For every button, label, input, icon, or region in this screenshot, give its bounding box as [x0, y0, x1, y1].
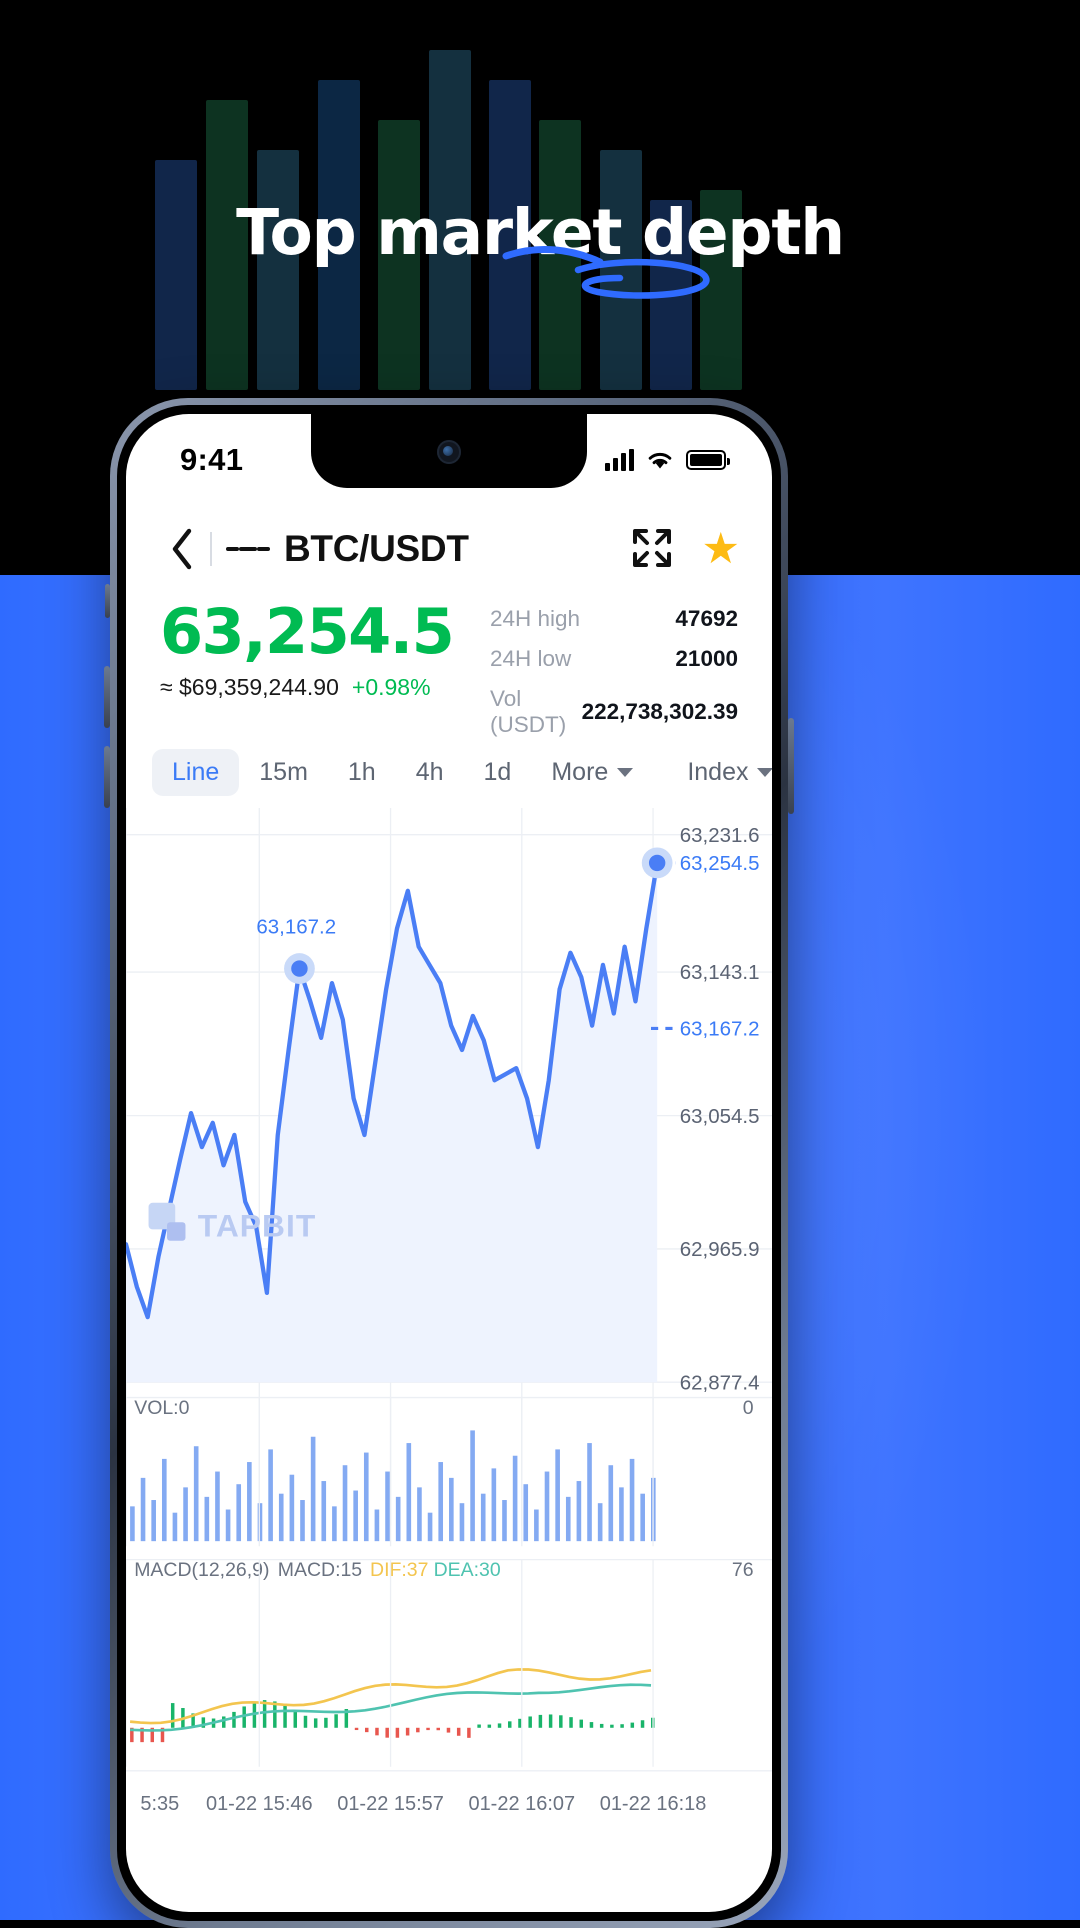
price-change-percent: +0.98% [351, 674, 431, 701]
chevron-left-icon [172, 528, 192, 570]
tab-4h[interactable]: 4h [396, 749, 464, 796]
fullscreen-button[interactable] [629, 525, 677, 573]
poster-stage: Top market depth 9:41 BTC/USDT ★ 63,254.… [0, 0, 1080, 1928]
phone-volume-up-button[interactable] [104, 666, 110, 728]
x-axis-tick: 01-22 16:18 [600, 1793, 707, 1815]
cellular-signal-icon [605, 449, 634, 471]
scribble-underline-icon [502, 245, 710, 299]
pair-title: BTC/USDT [284, 528, 469, 569]
phone-power-button[interactable] [788, 718, 794, 814]
chart-watermark: TAPBIT [198, 1208, 317, 1244]
chevron-down-icon [617, 767, 634, 777]
chart-point-callout: 63,167.2 [256, 916, 336, 939]
fullscreen-expand-icon [633, 529, 672, 567]
market-stats: 24H high 47692 24H low 21000 Vol (USDT) … [490, 600, 738, 752]
macd-value: MACD:15 [278, 1559, 363, 1581]
index-dropdown[interactable]: Index [667, 749, 772, 796]
macd-right-label: 76 [732, 1559, 754, 1581]
phone-notch [311, 414, 587, 488]
battery-icon [686, 450, 730, 470]
tab-line[interactable]: Line [152, 748, 240, 796]
volume-right-label: 0 [743, 1397, 754, 1419]
phone-volume-down-button[interactable] [104, 746, 110, 808]
stat-value: 47692 [675, 606, 738, 631]
hero-bar [257, 150, 299, 390]
x-axis-tick: 01-22 15:46 [206, 1793, 313, 1815]
stat-row: 24H high 47692 [490, 606, 738, 632]
stat-value: 21000 [675, 646, 738, 671]
macd-title: MACD(12,26,9) [134, 1559, 269, 1581]
price-block: 63,254.5 ≈ $69,359,244.90 +0.98% [160, 595, 490, 752]
price-chart[interactable]: 63,231.6 63,143.1 63,054.5 62,965.9 62,877.4… [126, 808, 772, 1864]
phone-bezel: 9:41 BTC/USDT ★ 63,254.5 ≈ $69,359,244.9… [117, 405, 781, 1921]
phone-mute-button[interactable] [105, 584, 110, 618]
stat-label: Vol (USDT) [490, 686, 567, 737]
y-axis-tick: 63,231.6 [680, 824, 760, 847]
nav-divider [210, 532, 212, 566]
status-time: 9:41 [180, 442, 244, 477]
axis-callout: 63,167.2 [680, 1018, 760, 1041]
volume-label: VOL:0 [134, 1397, 189, 1419]
market-list-button[interactable] [226, 527, 270, 571]
back-button[interactable] [160, 523, 204, 575]
tab-15m[interactable]: 15m [239, 749, 328, 796]
chart-container[interactable]: 63,231.6 63,143.1 63,054.5 62,965.9 62,877.4… [126, 808, 772, 1912]
stat-row: Vol (USDT) 222,738,302.39 [490, 686, 738, 738]
stat-label: 24H high [490, 606, 581, 631]
tab-1h[interactable]: 1h [328, 749, 396, 796]
y-axis-tick: 63,143.1 [680, 961, 760, 984]
wifi-icon [648, 453, 672, 469]
ticker-summary: 63,254.5 ≈ $69,359,244.90 +0.98% 24H hig… [126, 595, 772, 752]
last-price: 63,254.5 [160, 595, 455, 668]
axis-callout: 63,254.5 [680, 852, 760, 875]
y-axis-tick: 63,054.5 [680, 1105, 760, 1128]
stat-row: 24H low 21000 [490, 646, 738, 672]
dif-value: DIF:37 [370, 1559, 428, 1581]
more-timeframes-dropdown[interactable]: More [531, 749, 653, 796]
stat-value: 222,738,302.39 [581, 699, 738, 724]
chart-timeframe-tabs: Line 15m 1h 4h 1d More Index [126, 736, 772, 808]
phone-screen: 9:41 BTC/USDT ★ 63,254.5 ≈ $69,359,244.9… [126, 414, 772, 1912]
hero-bar [155, 160, 197, 390]
front-camera-icon [437, 440, 461, 464]
y-axis-tick: 62,877.4 [680, 1371, 760, 1394]
dea-value: DEA:30 [434, 1559, 501, 1581]
x-axis-tick: 01-22 15:57 [337, 1793, 444, 1815]
phone-mockup: 9:41 BTC/USDT ★ 63,254.5 ≈ $69,359,244.9… [104, 398, 794, 1928]
y-axis-tick: 62,965.9 [680, 1238, 760, 1261]
x-axis-tick: 01-22 16:07 [468, 1793, 575, 1815]
favorite-button[interactable]: ★ [701, 527, 740, 571]
price-secondary-row: ≈ $69,359,244.90 +0.98% [160, 674, 490, 701]
more-label: More [551, 757, 609, 786]
status-indicators [605, 449, 730, 471]
approx-fiat-value: ≈ $69,359,244.90 [160, 674, 339, 701]
index-label: Index [687, 757, 749, 786]
chevron-down-icon [757, 767, 772, 777]
app-navigation-bar: BTC/USDT ★ [126, 510, 772, 588]
x-axis-tick: 5:35 [140, 1793, 179, 1815]
stat-label: 24H low [490, 646, 572, 671]
tab-1d[interactable]: 1d [464, 749, 532, 796]
